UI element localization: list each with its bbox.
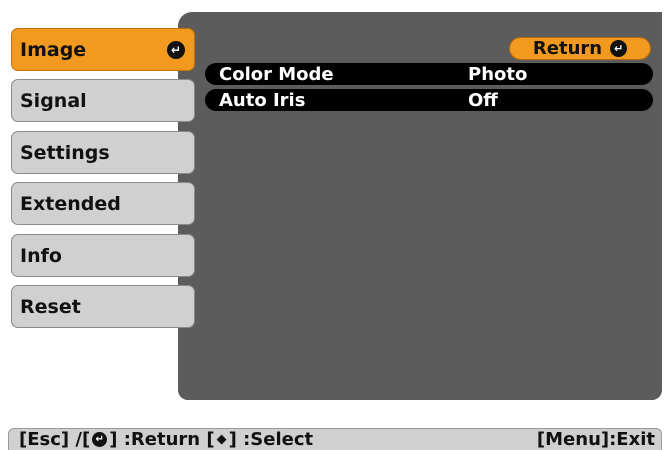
menu-item-label: Image [20, 38, 87, 61]
help-left: [Esc] /[ ↵ ] :Return [ ◆ ] :Select [19, 429, 313, 450]
menu-item-label: Info [20, 244, 62, 267]
help-return-text: ] :Return [ [109, 429, 215, 450]
enter-icon: ↵ [92, 432, 108, 447]
menu-item-signal[interactable]: Signal [11, 79, 195, 122]
setting-row-color-mode[interactable]: Color Mode Photo [205, 63, 653, 85]
menu-item-settings[interactable]: Settings [11, 131, 195, 174]
menu-item-label: Reset [20, 295, 81, 318]
setting-name: Auto Iris [219, 89, 306, 111]
menu-item-label: Signal [20, 89, 87, 112]
help-bar: [Esc] /[ ↵ ] :Return [ ◆ ] :Select [Menu… [8, 428, 662, 450]
return-button-label: Return [532, 38, 603, 59]
menu-item-label: Settings [20, 141, 110, 164]
help-esc-text: [Esc] /[ [19, 429, 91, 450]
menu-item-label: Extended [20, 192, 121, 215]
setting-name: Color Mode [219, 63, 334, 85]
menu-item-info[interactable]: Info [11, 234, 195, 277]
setting-value: Off [468, 89, 498, 111]
return-button[interactable]: Return ↵ [509, 37, 651, 60]
menu-item-image[interactable]: Image ↵ [11, 28, 195, 71]
enter-icon: ↵ [167, 40, 185, 59]
setting-row-auto-iris[interactable]: Auto Iris Off [205, 89, 653, 111]
help-select-text: ] :Select [228, 429, 314, 450]
enter-icon: ↵ [610, 40, 628, 57]
up-down-arrow-icon: ◆ [216, 432, 227, 447]
setting-value: Photo [468, 63, 528, 85]
menu-item-extended[interactable]: Extended [11, 182, 195, 225]
menu-item-reset[interactable]: Reset [11, 285, 195, 328]
help-exit-text: [Menu]:Exit [536, 429, 655, 450]
